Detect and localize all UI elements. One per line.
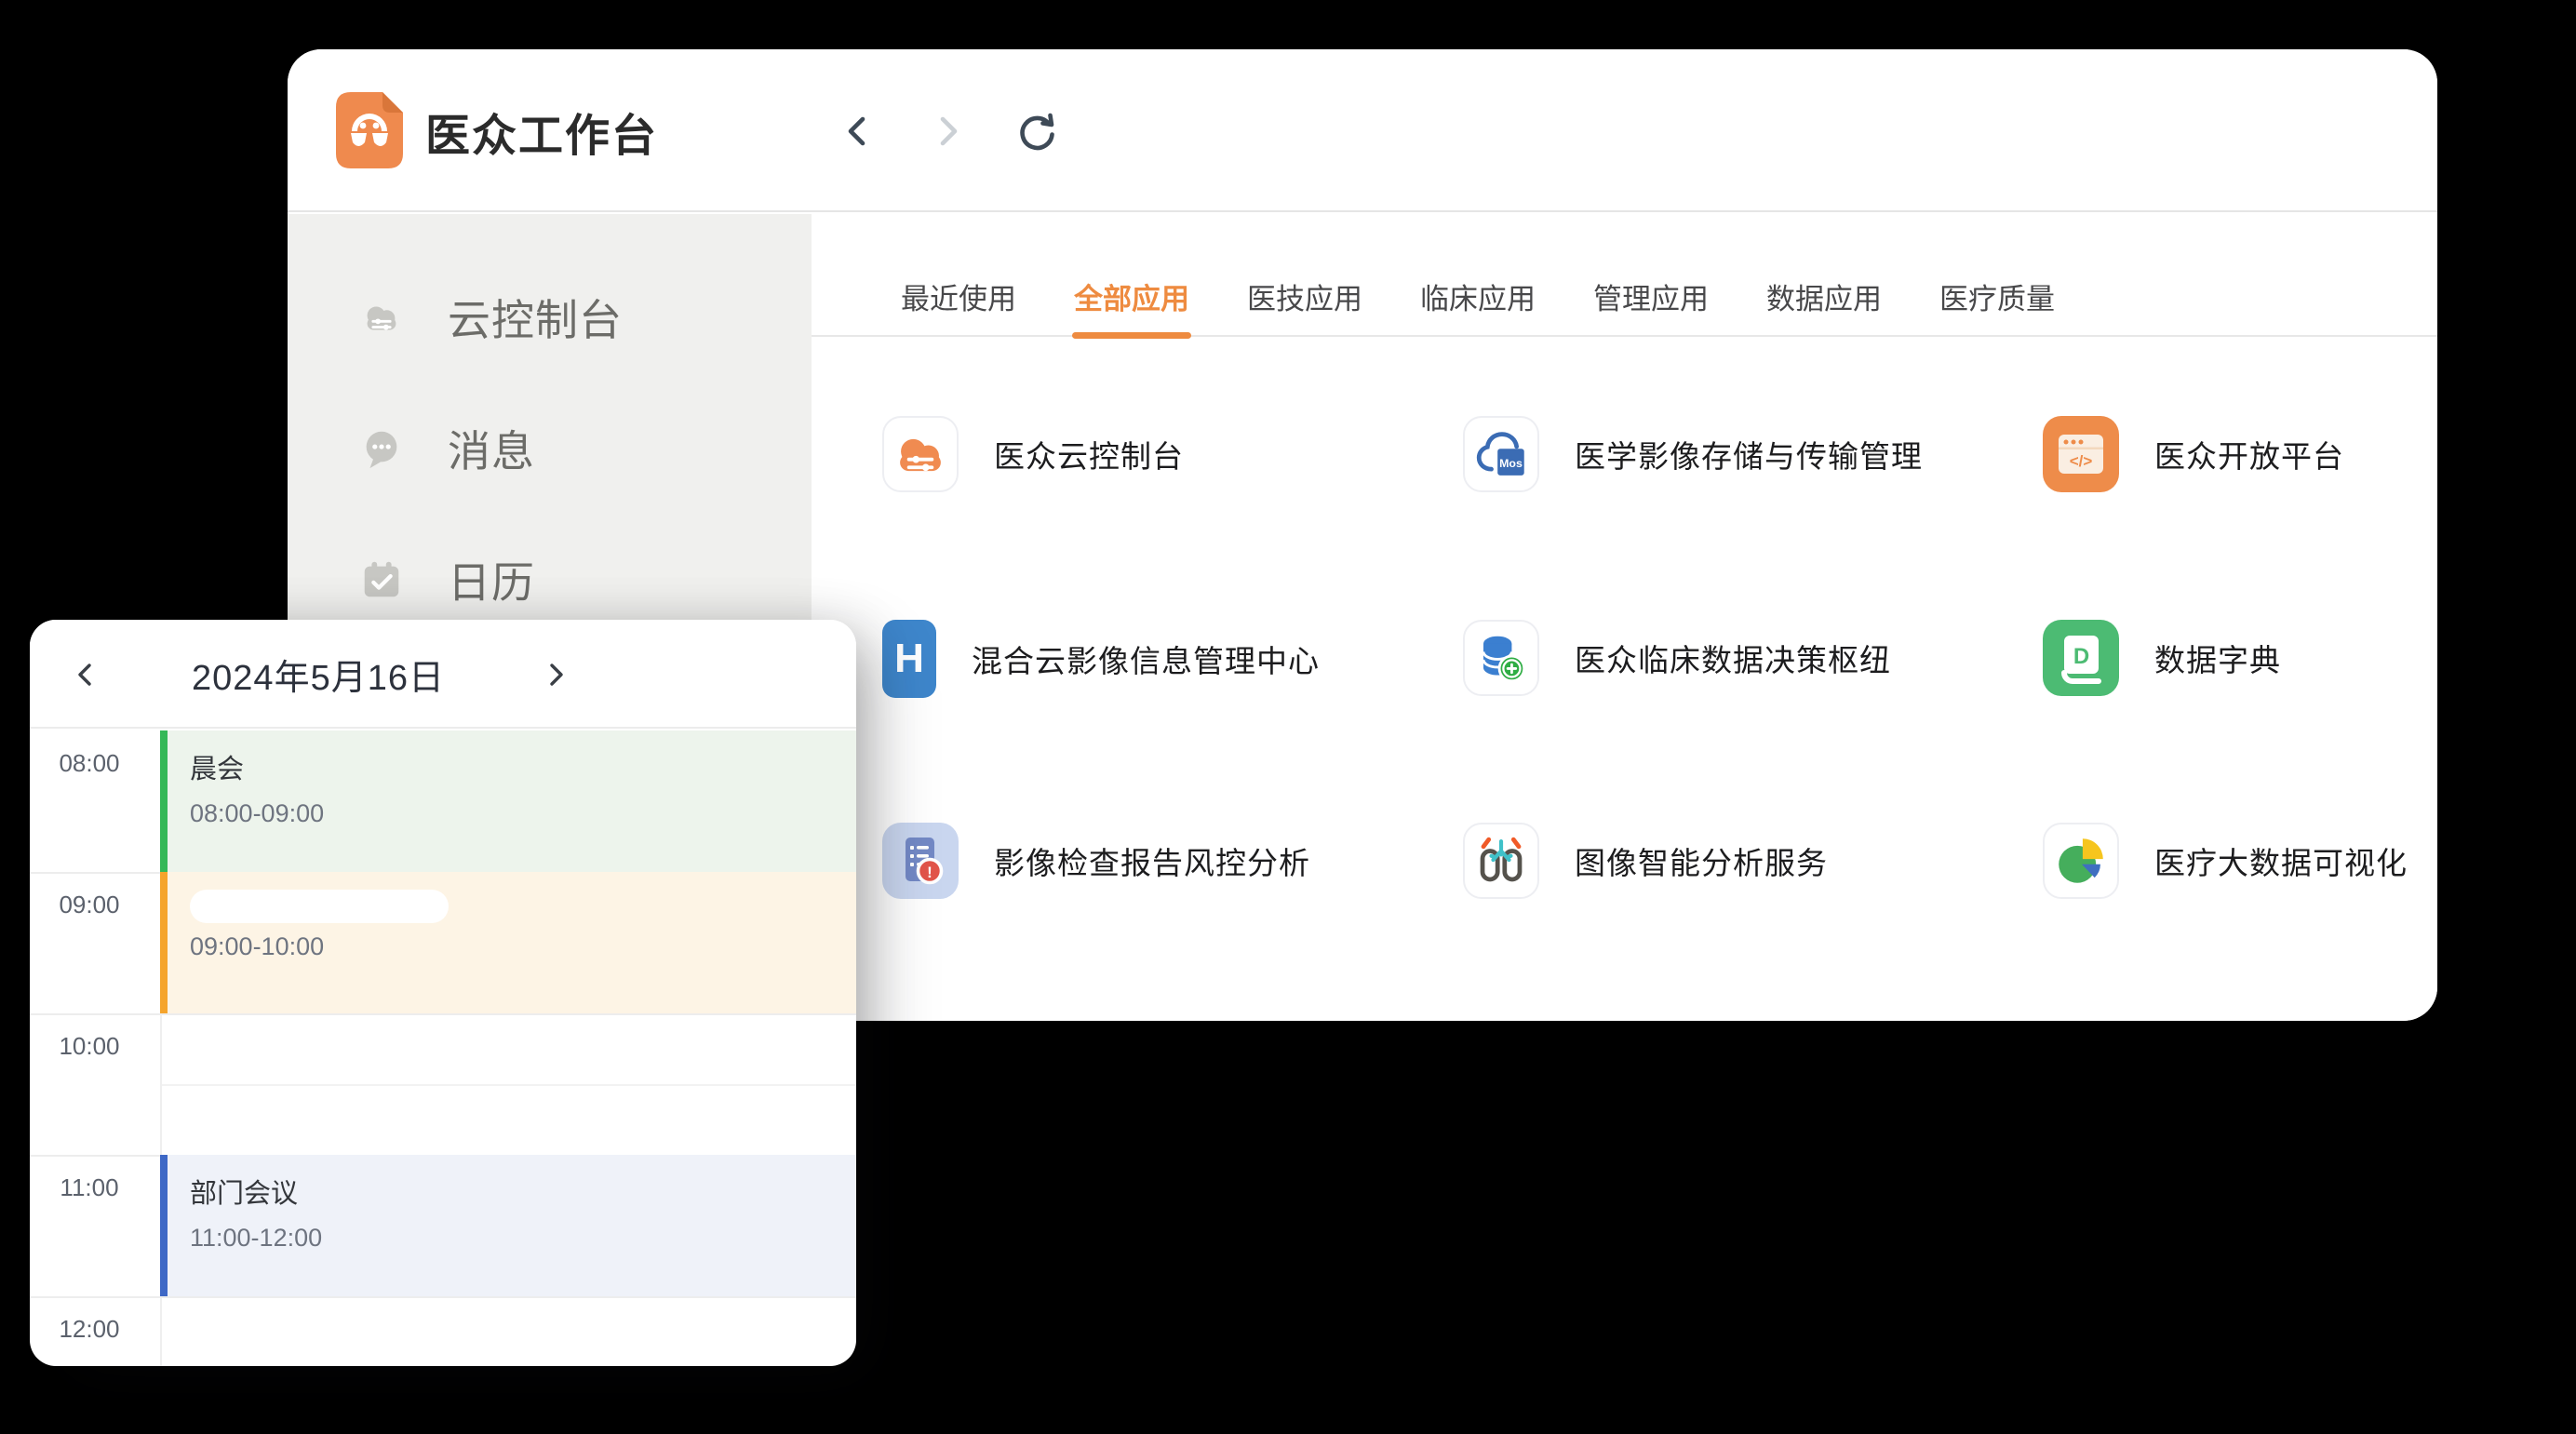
sidebar-item-label: 云控制台 [448, 287, 623, 348]
sidebar-item-messages[interactable]: 消息 [358, 418, 535, 479]
tab-quality-apps[interactable]: 医疗质量 [1938, 270, 2057, 337]
event-time: 11:00-12:00 [190, 1224, 856, 1253]
app-label: 医众云控制台 [994, 432, 1184, 476]
pie-chart-icon [2043, 823, 2119, 899]
back-button[interactable] [837, 110, 879, 153]
app-label: 混合云影像信息管理中心 [972, 637, 1320, 681]
sidebar-item-calendar[interactable]: 日历 [358, 549, 535, 610]
time-label: 10:00 [30, 1032, 149, 1061]
app-item-data-dictionary[interactable]: D 数据字典 [2043, 620, 2281, 696]
forward-button[interactable] [926, 110, 969, 153]
time-label: 08:00 [30, 749, 149, 778]
tab-data-apps[interactable]: 数据应用 [1764, 270, 1884, 337]
lungs-icon [1463, 823, 1539, 899]
hour-line [30, 1013, 856, 1015]
svg-text:Mos: Mos [1499, 457, 1523, 470]
tab-management-apps[interactable]: 管理应用 [1591, 270, 1711, 337]
chevron-left-icon [71, 660, 101, 690]
calendar-prev-day-button[interactable] [58, 620, 114, 729]
letter-h-tile-icon: H [882, 620, 936, 698]
time-label: 09:00 [30, 891, 149, 919]
refresh-icon [1016, 111, 1057, 152]
sidebar-item-label: 消息 [448, 418, 535, 479]
tab-recent[interactable]: 最近使用 [899, 270, 1018, 337]
calendar-event-redacted[interactable]: 09:00-10:00 [160, 872, 856, 1013]
time-label: 12:00 [30, 1315, 149, 1344]
app-label: 影像检查报告风控分析 [994, 838, 1310, 883]
app-item-open-platform[interactable]: </> 医众开放平台 [2043, 416, 2344, 492]
tab-all-apps[interactable]: 全部应用 [1072, 270, 1191, 337]
refresh-button[interactable] [1015, 110, 1058, 153]
chevron-right-icon [541, 660, 570, 690]
calendar-header: 2024年5月16日 [30, 620, 856, 729]
tile-letter: H [894, 636, 924, 682]
calendar-day-panel: 2024年5月16日 08:00 09:00 10:00 11:00 12:00 [30, 620, 856, 1366]
app-launcher-content: 最近使用 全部应用 医技应用 临床应用 管理应用 数据应用 医疗质量 [812, 214, 2437, 1021]
app-item-report-risk-analysis[interactable]: ! 影像检查报告风控分析 [882, 823, 1310, 899]
app-label: 医学影像存储与传输管理 [1575, 432, 1923, 476]
event-title: 晨会 [190, 747, 856, 786]
tab-medtech-apps[interactable]: 医技应用 [1245, 270, 1364, 337]
svg-text:</>: </> [2070, 452, 2093, 470]
app-label: 医众临床数据决策枢纽 [1575, 636, 1891, 680]
app-category-tabs: 最近使用 全部应用 医技应用 临床应用 管理应用 数据应用 医疗质量 [812, 270, 2437, 337]
cloud-sliders-icon [882, 416, 959, 492]
nav-controls [837, 49, 1058, 212]
message-bubble-icon [358, 425, 405, 472]
chevron-right-icon [929, 113, 966, 150]
half-hour-line [162, 1084, 856, 1086]
event-time: 08:00-09:00 [190, 799, 856, 828]
svg-text:!: ! [927, 864, 932, 881]
sidebar-item-cloud-console[interactable]: 云控制台 [358, 287, 623, 348]
window-title: 医众工作台 [425, 49, 658, 212]
window-header: 医众工作台 [288, 49, 2437, 212]
cloud-mos-icon: Mos [1463, 416, 1539, 492]
redacted-event-title [190, 890, 449, 923]
chevron-left-icon [839, 113, 877, 150]
svg-text:D: D [2073, 644, 2089, 669]
app-label: 数据字典 [2154, 636, 2281, 680]
app-label: 图像智能分析服务 [1575, 838, 1828, 883]
calendar-check-icon [358, 556, 405, 603]
calendar-body: 08:00 09:00 10:00 11:00 12:00 晨会 08:00-0… [30, 730, 856, 1366]
cloud-sliders-icon [358, 294, 405, 341]
calendar-event-morning-meeting[interactable]: 晨会 08:00-09:00 [160, 730, 856, 872]
calendar-date: 2024年5月16日 [141, 620, 495, 729]
report-alert-icon: ! [882, 823, 959, 899]
app-label: 医众开放平台 [2154, 432, 2344, 476]
event-time: 09:00-10:00 [190, 932, 856, 961]
hour-line [30, 1296, 856, 1298]
app-item-clinical-data-hub[interactable]: 医众临床数据决策枢纽 [1463, 620, 1891, 696]
app-logo-icon [336, 92, 403, 168]
database-plus-icon [1463, 620, 1539, 696]
tab-clinical-apps[interactable]: 临床应用 [1418, 270, 1537, 337]
app-item-cloud-console[interactable]: 医众云控制台 [882, 416, 1184, 492]
calendar-next-day-button[interactable] [528, 620, 584, 729]
time-label: 11:00 [30, 1173, 149, 1202]
calendar-event-department-meeting[interactable]: 部门会议 11:00-12:00 [160, 1155, 856, 1296]
app-item-hybrid-cloud-center[interactable]: H 混合云影像信息管理中心 [882, 620, 1320, 698]
sidebar-item-label: 日历 [448, 549, 535, 610]
code-window-icon: </> [2043, 416, 2119, 492]
app-item-image-ai-service[interactable]: 图像智能分析服务 [1463, 823, 1828, 899]
app-label: 医疗大数据可视化 [2154, 838, 2408, 883]
app-item-bigdata-visualization[interactable]: 医疗大数据可视化 [2043, 823, 2408, 899]
event-title: 部门会议 [190, 1172, 856, 1211]
desktop-background: 医众工作台 [0, 0, 2576, 1434]
dictionary-book-icon: D [2043, 620, 2119, 696]
app-item-image-storage[interactable]: Mos 医学影像存储与传输管理 [1463, 416, 1923, 492]
